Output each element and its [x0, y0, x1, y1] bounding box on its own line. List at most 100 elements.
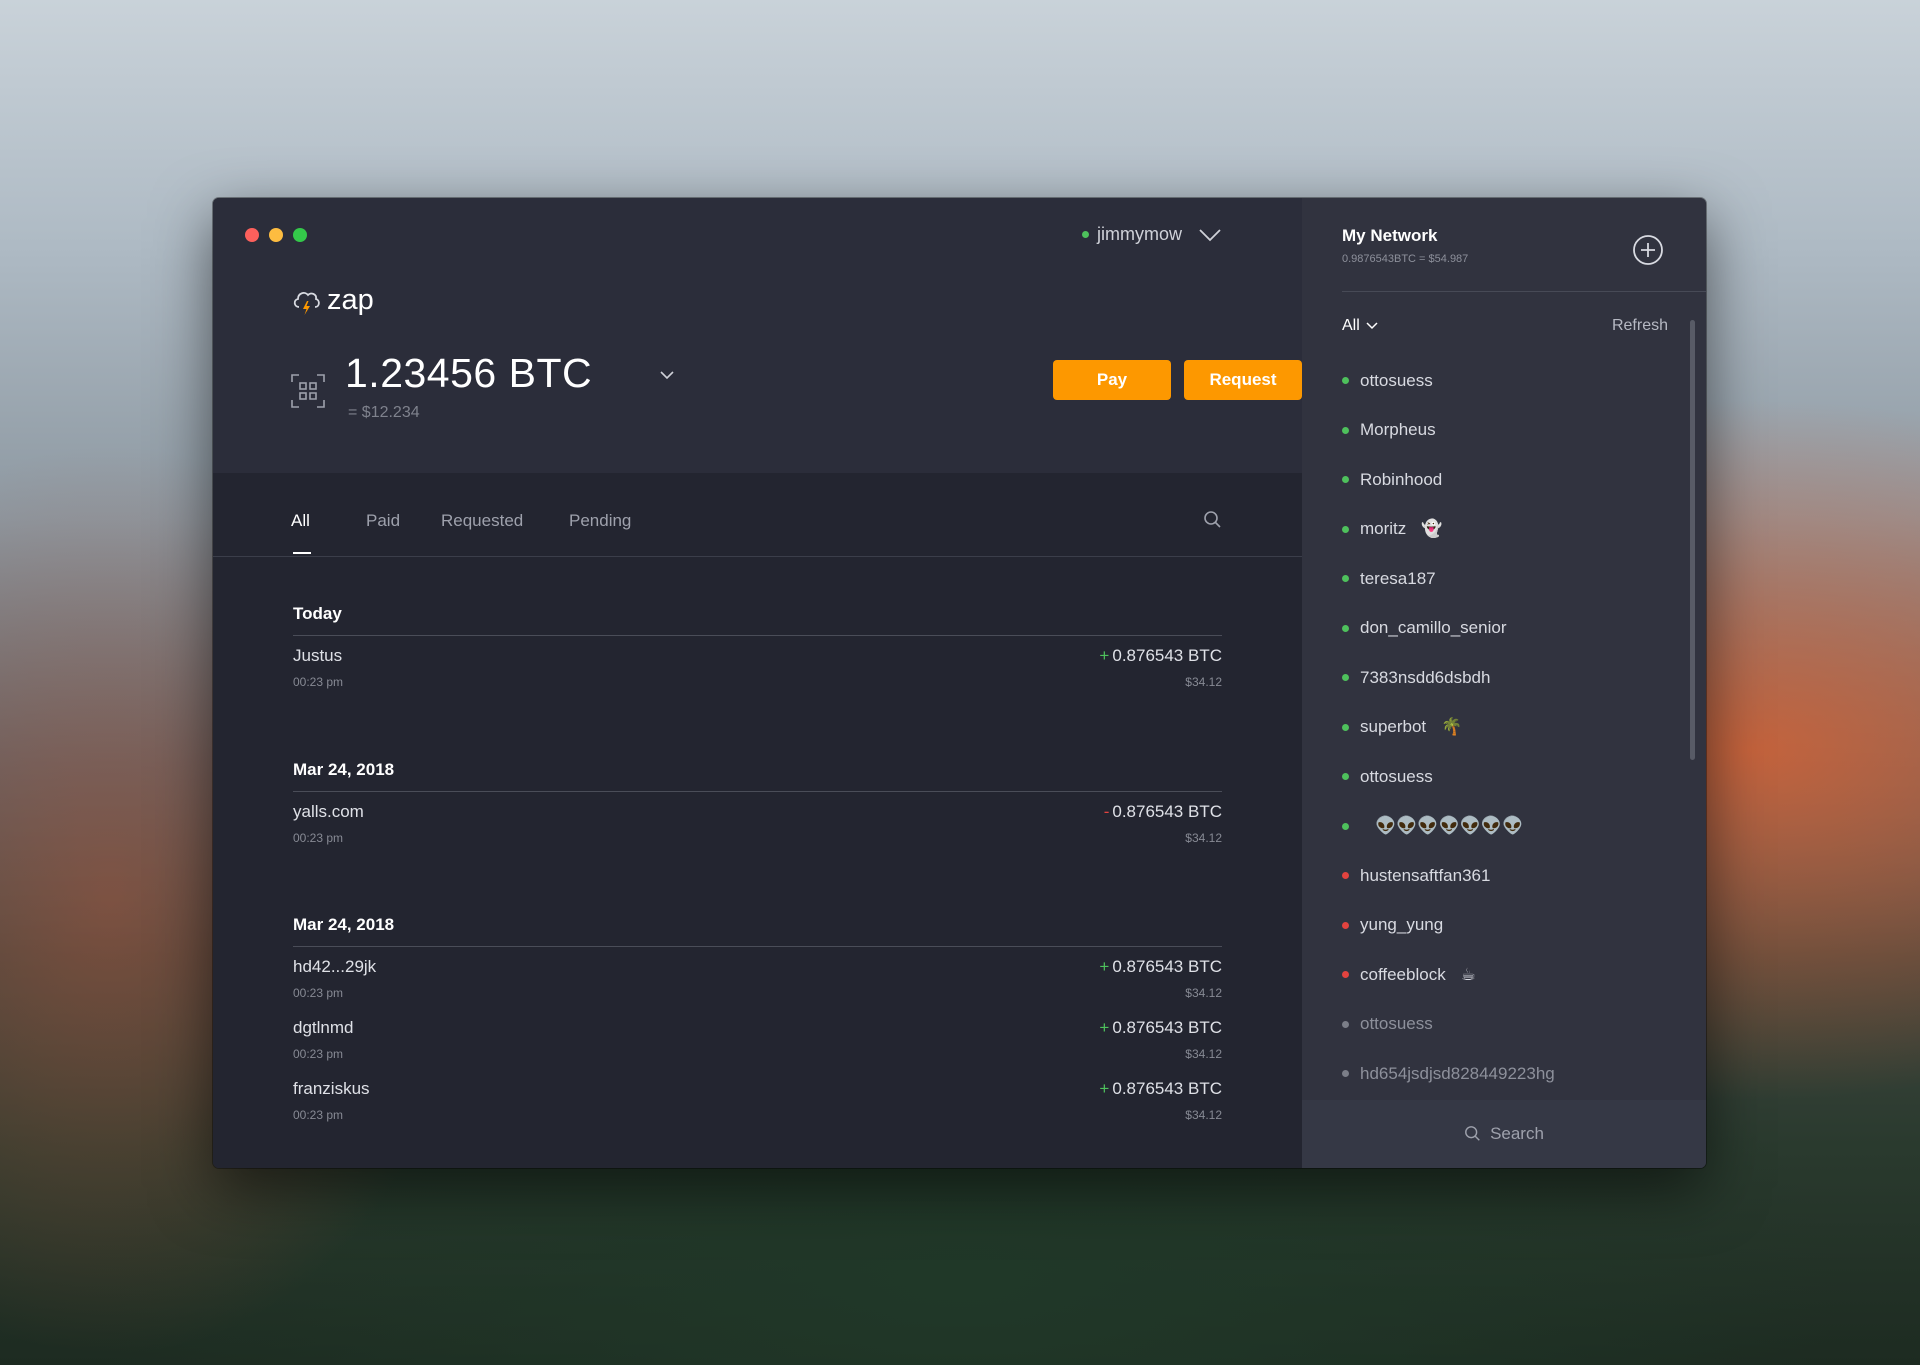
- contact-item[interactable]: ottosuess: [1342, 356, 1662, 406]
- contact-name: yung_yung: [1360, 915, 1444, 935]
- cloud-bolt-icon: [293, 291, 320, 315]
- contact-item[interactable]: hustensaftfan361: [1342, 851, 1662, 901]
- maximize-window-button[interactable]: [293, 228, 307, 242]
- contact-emoji: ☕: [1460, 964, 1476, 984]
- contact-item[interactable]: Morpheus: [1342, 406, 1662, 456]
- search-icon: [1465, 1126, 1480, 1141]
- transaction-btc: 0.876543 BTC: [1112, 802, 1222, 821]
- network-title: My Network: [1342, 226, 1438, 245]
- contact-item[interactable]: don_camillo_senior: [1342, 604, 1662, 654]
- activity-section-mar24-a: Mar 24, 2018 yalls.com 00:23 pm -0.87654…: [293, 760, 1222, 853]
- section-title: Mar 24, 2018: [293, 915, 395, 934]
- contact-status-dot: [1342, 872, 1349, 880]
- contact-item[interactable]: superbot 🌴: [1342, 703, 1662, 753]
- contact-status-dot: [1342, 1020, 1349, 1028]
- section-title: Today: [293, 604, 342, 623]
- user-menu[interactable]: jimmymow: [1082, 224, 1182, 245]
- minimize-window-button[interactable]: [269, 228, 283, 242]
- user-status-dot: [1082, 231, 1089, 238]
- contact-item[interactable]: yung_yung: [1342, 901, 1662, 951]
- transaction-amount: +0.876543 BTC: [1099, 1079, 1222, 1099]
- app-window: jimmymow zap 1.23456 BTC = $12.234 Pay R…: [213, 198, 1706, 1168]
- qr-code-icon[interactable]: [291, 374, 325, 408]
- pay-button[interactable]: Pay: [1053, 360, 1171, 400]
- contact-name: ottosuess: [1360, 766, 1433, 786]
- contact-item[interactable]: ottosuess: [1342, 1000, 1662, 1050]
- transaction-time: 00:23 pm: [293, 1047, 344, 1061]
- close-window-button[interactable]: [245, 228, 259, 242]
- request-button[interactable]: Request: [1184, 360, 1302, 400]
- activity-section-today: Today Justus 00:23 pm +0.876543 BTC $34.…: [293, 604, 1222, 697]
- contact-item[interactable]: teresa187: [1342, 554, 1662, 604]
- network-search-button[interactable]: Search: [1302, 1100, 1706, 1168]
- transaction-sign: +: [1099, 1079, 1110, 1098]
- search-icon[interactable]: [1203, 510, 1223, 530]
- contact-list: ottosuess Morpheus Robinhood moritz 👻 teresa1…: [1342, 356, 1662, 1099]
- transaction-time: 00:23 pm: [293, 831, 344, 845]
- contact-status-dot: [1342, 426, 1349, 434]
- network-filter-dropdown[interactable]: All: [1342, 317, 1378, 335]
- contact-list-scrollbar[interactable]: [1690, 320, 1695, 760]
- tabs-divider: [213, 556, 1302, 557]
- transaction-sign: +: [1099, 1018, 1110, 1037]
- contact-item[interactable]: Robinhood: [1342, 455, 1662, 505]
- transaction-usd: $34.12: [1185, 1108, 1222, 1122]
- contact-status-dot: [1342, 377, 1349, 385]
- section-title: Mar 24, 2018: [293, 760, 395, 779]
- tab-all[interactable]: All: [291, 511, 310, 531]
- transaction-row[interactable]: franziskus 00:23 pm +0.876543 BTC $34.12: [293, 1069, 1222, 1130]
- username: jimmymow: [1097, 224, 1182, 244]
- window-controls: [245, 228, 307, 242]
- contact-status-dot: [1342, 624, 1349, 632]
- transaction-name: yalls.com: [293, 802, 364, 821]
- transaction-usd: $34.12: [1185, 1047, 1222, 1061]
- contact-name: coffeeblock: [1360, 964, 1446, 984]
- contact-item[interactable]: ottosuess: [1342, 752, 1662, 802]
- app-name: zap: [327, 284, 374, 316]
- transaction-amount: +0.876543 BTC: [1099, 957, 1222, 977]
- transaction-amount: +0.876543 BTC: [1099, 1018, 1222, 1038]
- activity-section-mar24-b: Mar 24, 2018 hd42...29jk 00:23 pm +0.876…: [293, 915, 1222, 1130]
- contact-item[interactable]: coffeeblock ☕: [1342, 950, 1662, 1000]
- transaction-name: dgtlnmd: [293, 1018, 354, 1037]
- tab-paid[interactable]: Paid: [366, 511, 400, 531]
- balance-amount: 1.23456 BTC: [345, 350, 593, 396]
- transaction-row[interactable]: Justus 00:23 pm +0.876543 BTC $34.12: [293, 636, 1222, 697]
- transaction-usd: $34.12: [1185, 986, 1222, 1000]
- contact-status-dot: [1342, 674, 1349, 682]
- transaction-sign: -: [1103, 802, 1110, 821]
- transaction-usd: $34.12: [1185, 675, 1222, 689]
- transaction-name: hd42...29jk: [293, 957, 377, 976]
- balance-fiat: = $12.234: [348, 404, 420, 421]
- contact-item[interactable]: 7383nsdd6dsbdh: [1342, 653, 1662, 703]
- contact-status-dot: [1342, 575, 1349, 583]
- contact-item[interactable]: moritz 👻: [1342, 505, 1662, 555]
- contact-item[interactable]: 👽👽👽👽👽👽👽: [1342, 802, 1662, 852]
- contact-name: superbot: [1360, 717, 1427, 737]
- transaction-row[interactable]: dgtlnmd 00:23 pm +0.876543 BTC $34.12: [293, 1008, 1222, 1069]
- tab-pending[interactable]: Pending: [569, 511, 631, 531]
- main-pane: jimmymow zap 1.23456 BTC = $12.234 Pay R…: [213, 198, 1302, 1168]
- transaction-row[interactable]: yalls.com 00:23 pm -0.876543 BTC $34.12: [293, 792, 1222, 853]
- refresh-button[interactable]: Refresh: [1612, 317, 1668, 335]
- transaction-row[interactable]: hd42...29jk 00:23 pm +0.876543 BTC $34.1…: [293, 947, 1222, 1008]
- add-contact-icon[interactable]: [1632, 234, 1664, 266]
- chevron-down-icon[interactable]: [1198, 226, 1222, 244]
- currency-chevron-icon[interactable]: [660, 370, 674, 380]
- contact-name: hd654jsdjsd828449223hg: [1360, 1063, 1555, 1083]
- tab-requested[interactable]: Requested: [441, 511, 523, 531]
- contact-status-dot: [1342, 476, 1349, 484]
- transaction-sign: +: [1099, 957, 1110, 976]
- chevron-down-icon: [1366, 322, 1378, 330]
- contact-item[interactable]: hd654jsdjsd828449223hg: [1342, 1049, 1662, 1099]
- transaction-time: 00:23 pm: [293, 675, 344, 689]
- filter-label: All: [1342, 317, 1360, 334]
- contact-name: teresa187: [1360, 568, 1436, 588]
- transaction-btc: 0.876543 BTC: [1112, 957, 1222, 976]
- transaction-time: 00:23 pm: [293, 986, 344, 1000]
- contact-emoji: 🌴: [1441, 717, 1463, 737]
- contact-name: Robinhood: [1360, 469, 1443, 489]
- contact-status-dot: [1342, 773, 1349, 781]
- contact-name: hustensaftfan361: [1360, 865, 1491, 885]
- transaction-amount: -0.876543 BTC: [1104, 802, 1222, 822]
